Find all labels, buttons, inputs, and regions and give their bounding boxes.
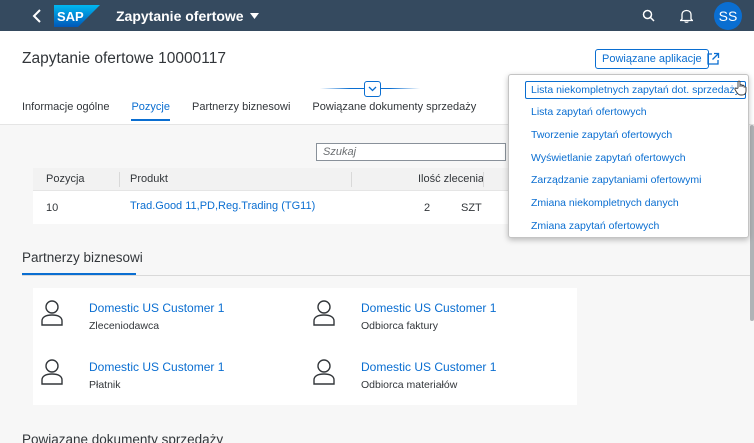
bell-icon [679,9,693,23]
caret-down-icon [249,12,259,19]
anchor-bar: Informacje ogólne Pozycje Partnerzy bizn… [22,101,498,121]
notifications-button[interactable] [676,6,696,26]
header-collapse [320,81,420,97]
sap-logo[interactable]: SAP [54,4,100,27]
svg-text:SAP: SAP [57,9,84,24]
partner-card: Domestic US Customer 1 Odbiorca faktury [305,288,535,332]
table-row[interactable]: 10 Trad.Good 11,PD,Reg.Trading (TG11) 2 … [33,191,513,224]
tab-general-info[interactable]: Informacje ogólne [22,101,109,121]
menu-item-change-incomplete-data[interactable]: Zmiana niekompletnych danych [531,197,679,209]
partner-card: Domestic US Customer 1 Płatnik [33,347,263,391]
partner-name-link[interactable]: Domestic US Customer 1 [89,301,224,315]
column-header-product[interactable]: Produkt [130,168,168,190]
table-header: Pozycja Produkt Ilość zlecenia [33,168,513,191]
partner-name-link[interactable]: Domestic US Customer 1 [361,360,496,374]
chevron-left-icon [32,8,41,23]
tab-items[interactable]: Pozycje [131,101,170,121]
menu-item-manage-inquiries[interactable]: Zarządzanie zapytaniami ofertowymi [531,174,701,186]
person-icon [41,300,63,326]
tab-business-partners[interactable]: Partnerzy biznesowi [192,101,290,121]
app-title: Zapytanie ofertowe [116,7,244,24]
app-title-menu[interactable]: Zapytanie ofertowe [116,8,259,24]
partner-role: Zleceniodawca [89,320,160,332]
menu-item-incomplete-inquiries-list[interactable]: Lista niekompletnych zapytań dot. sprzed… [525,81,746,99]
tab-related-sales-documents[interactable]: Powiązane dokumenty sprzedaży [312,101,476,121]
partner-card: Domestic US Customer 1 Odbiorca materiał… [305,347,535,391]
section-divider [22,275,754,276]
search-icon [642,9,655,22]
person-icon [313,359,335,385]
partner-role: Płatnik [89,379,121,391]
partner-card: Domestic US Customer 1 Zleceniodawca [33,288,263,332]
menu-item-display-inquiries[interactable]: Wyświetlanie zapytań ofertowych [531,152,686,164]
menu-item-create-inquiries[interactable]: Tworzenie zapytań ofertowych [531,129,672,141]
share-icon[interactable] [706,52,720,66]
menu-item-change-inquiries[interactable]: Zmiana zapytań ofertowych [531,220,659,232]
partner-role: Odbiorca faktury [361,320,439,332]
back-button[interactable] [26,5,48,27]
partner-name-link[interactable]: Domestic US Customer 1 [361,301,496,315]
person-icon [41,359,63,385]
page-title: Zapytanie ofertowe 10000117 [22,50,226,67]
menu-item-inquiries-list[interactable]: Lista zapytań ofertowych [531,106,647,118]
business-partners-title: Partnerzy biznesowi [22,250,143,265]
related-apps-popover: Lista niekompletnych zapytań dot. sprzed… [508,74,749,238]
column-header-quantity[interactable]: Ilość zlecenia [418,168,484,190]
items-table: Pozycja Produkt Ilość zlecenia 10 Trad.G… [33,168,513,224]
person-icon [313,300,335,326]
user-avatar[interactable]: SS [714,1,742,30]
collapse-header-button[interactable] [364,81,381,97]
item-quantity: 2 [424,201,431,214]
chevron-down-icon [368,86,377,92]
partner-name-link[interactable]: Domestic US Customer 1 [89,360,224,374]
section-title-underline [22,273,136,275]
partner-role: Odbiorca materiałów [361,379,458,391]
item-product-link[interactable]: Trad.Good 11,PD,Reg.Trading (TG11) [130,191,315,224]
item-unit: SZT [461,201,482,214]
item-position: 10 [46,201,59,214]
hand-cursor-icon [734,80,747,96]
related-apps-button[interactable]: Powiązane aplikacje [595,49,709,69]
column-header-position[interactable]: Pozycja [46,168,85,190]
related-documents-title: Powiązane dokumenty sprzedaży [22,432,224,443]
search-input[interactable]: Szukaj [316,143,506,161]
business-partners-list: Domestic US Customer 1 Zleceniodawca Dom… [33,288,577,405]
search-button[interactable] [638,6,658,26]
shell-bar: SAP Zapytanie ofertowe SS [0,0,754,31]
page-scrollbar[interactable] [750,125,754,321]
